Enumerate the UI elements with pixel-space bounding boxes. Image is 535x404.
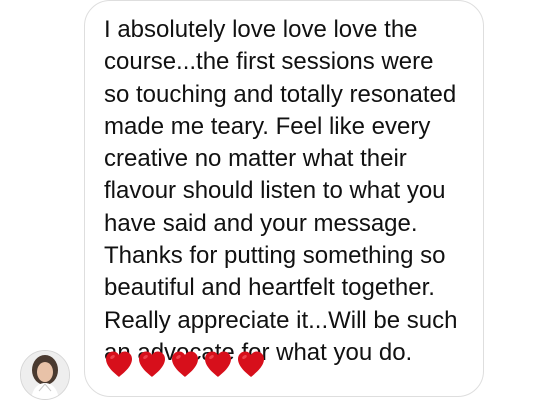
message-line-6: flavour should listen to what you xyxy=(104,177,446,205)
message-text: I absolutely love love love the course..… xyxy=(104,14,474,369)
message-line-2: course...the first sessions were xyxy=(104,48,434,76)
person-avatar-icon xyxy=(21,351,69,399)
sender-avatar[interactable] xyxy=(20,350,70,400)
message-line-5: creative no matter what their xyxy=(104,145,407,173)
message-line-4: made me teary. Feel like every xyxy=(104,112,431,140)
message-line-3: so touching and totally resonated xyxy=(104,80,457,108)
red-heart-icon xyxy=(139,351,165,377)
message-line-7: have said and your message. xyxy=(104,209,418,237)
red-heart-icon xyxy=(106,351,132,377)
chat-screen: I absolutely love love love the course..… xyxy=(0,0,535,404)
red-heart-icon xyxy=(172,351,198,377)
red-heart-icon xyxy=(238,351,264,377)
message-line-8: Thanks for putting something so xyxy=(104,242,446,270)
message-line-10: Really appreciate it...Will be such xyxy=(104,306,458,334)
message-line-1: I absolutely love love love the xyxy=(104,16,418,43)
red-heart-icon xyxy=(205,351,231,377)
heart-reactions xyxy=(103,348,267,380)
message-line-9: beautiful and heartfelt together. xyxy=(104,274,435,302)
